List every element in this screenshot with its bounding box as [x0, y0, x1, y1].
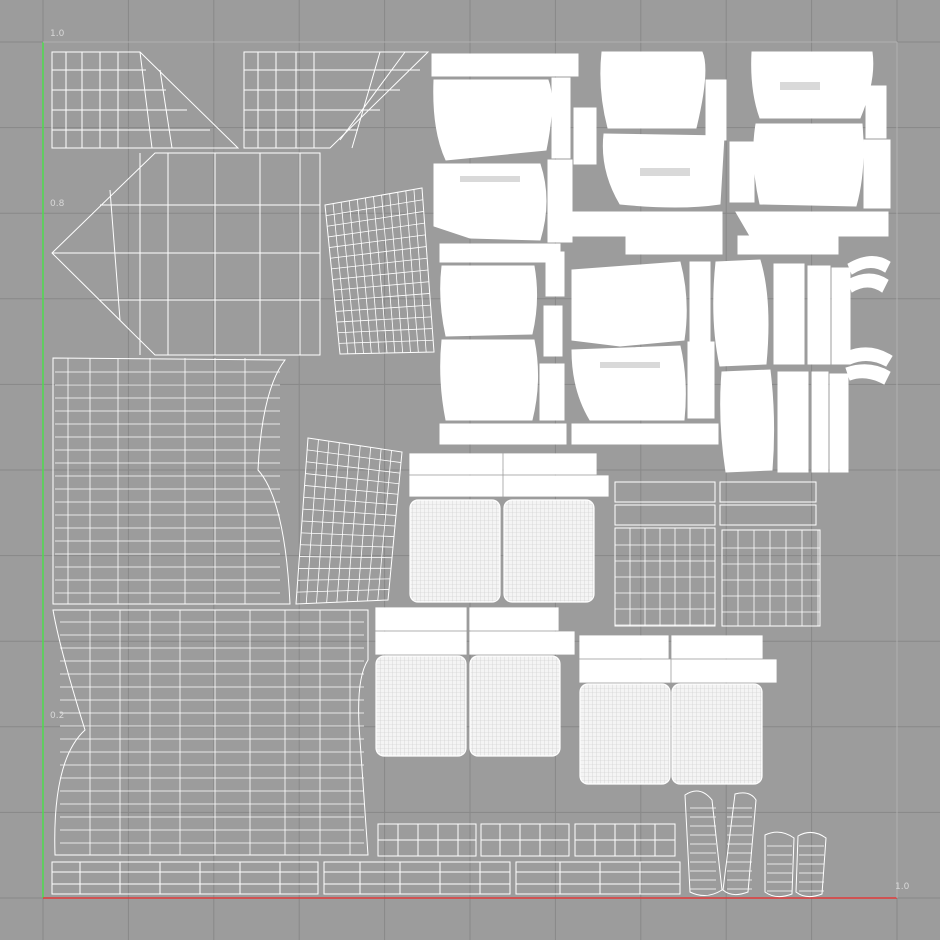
uv-island-shell-cluster-top[interactable]	[431, 51, 891, 255]
uv-island-shell-cluster-mid[interactable]	[439, 243, 893, 473]
uv-island-cushion-set-2[interactable]	[375, 607, 575, 757]
v-axis-label-08: 0.8	[50, 199, 65, 209]
uv-editor-viewport[interactable]	[0, 0, 940, 940]
v-axis-label-02: 0.2	[50, 711, 65, 721]
uv-island-cushion-set-1[interactable]	[409, 453, 609, 603]
u-axis-label-right: 1.0	[895, 882, 910, 892]
v-axis-label-top: 1.0	[50, 29, 65, 39]
uv-island-cushion-set-3[interactable]	[579, 635, 777, 785]
